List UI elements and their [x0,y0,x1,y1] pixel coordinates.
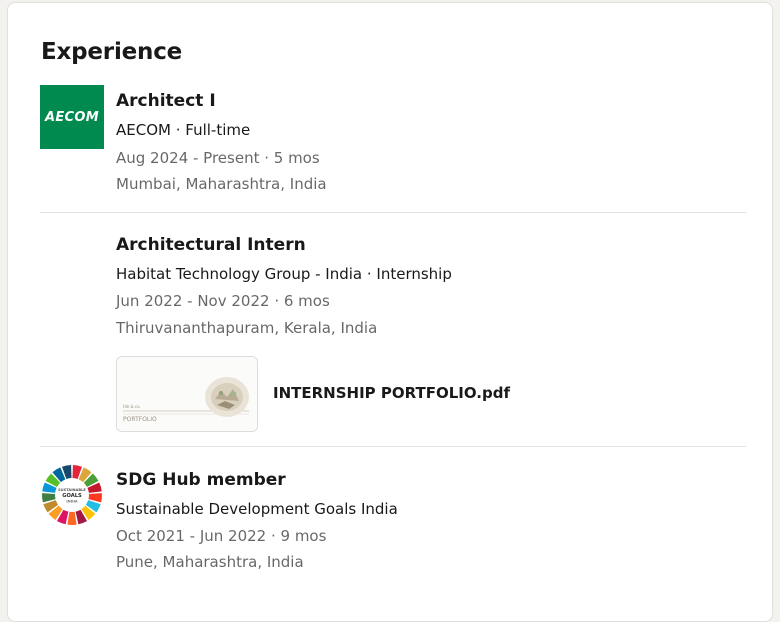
job-title[interactable]: Architectural Intern [116,235,306,255]
job-title[interactable]: SDG Hub member [116,470,286,490]
job-location: Mumbai, Maharashtra, India [116,175,327,193]
company-name: Sustainable Development Goals India [116,500,398,518]
job-location: Pune, Maharashtra, India [116,553,304,571]
experience-card: Experience AECOM Architect I AECOM · Ful… [7,2,773,622]
sdg-wheel-icon: SUSTAINABLE GOALS INDIA [42,465,102,525]
aecom-logo-text: AECOM [45,109,99,125]
sdg-logo-line3: INDIA [66,500,78,504]
thumbnail-caption: PORTFOLIO [123,416,157,423]
svg-text:tile & co.: tile & co. [123,404,141,409]
divider [40,446,746,447]
aecom-logo[interactable]: AECOM [40,85,104,149]
company-name: AECOM · Full-time [116,121,251,139]
sdg-wheel-segment [67,511,77,525]
sdg-logo-line1: SUSTAINABLE [58,488,86,492]
job-dates: Jun 2022 - Nov 2022 · 6 mos [116,292,330,310]
job-title[interactable]: Architect I [116,91,216,111]
company-name: Habitat Technology Group - India · Inter… [116,265,452,283]
sdg-logo-line2: GOALS [62,493,82,499]
divider [40,212,746,213]
portfolio-thumbnail[interactable]: tile & co. PORTFOLIO [116,356,258,432]
sdg-logo[interactable]: SUSTAINABLE GOALS INDIA [40,463,104,527]
job-dates: Aug 2024 - Present · 5 mos [116,149,320,167]
job-dates: Oct 2021 - Jun 2022 · 9 mos [116,527,327,545]
job-location: Thiruvananthapuram, Kerala, India [116,319,378,337]
pdf-thumbnail-icon: tile & co. PORTFOLIO [117,357,257,431]
portfolio-file-label[interactable]: INTERNSHIP PORTFOLIO.pdf [273,384,510,402]
section-title: Experience [41,39,183,65]
